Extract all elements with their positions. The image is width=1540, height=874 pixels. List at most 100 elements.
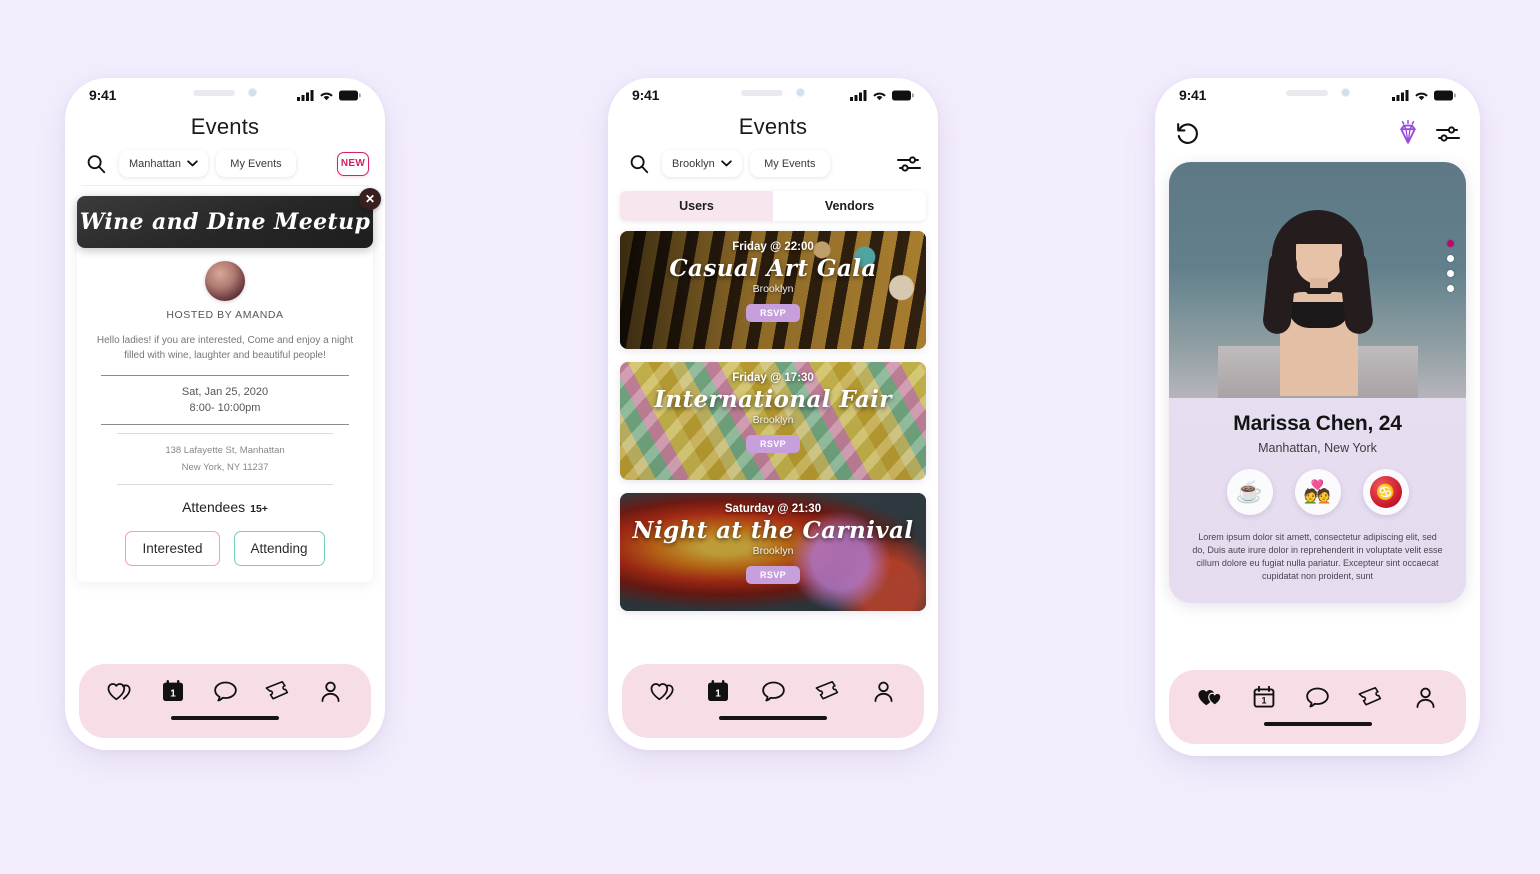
nav-hearts[interactable] (646, 676, 680, 706)
front-camera (796, 88, 805, 97)
rsvp-button[interactable]: RSVP (745, 304, 801, 322)
wifi-icon (873, 92, 886, 100)
nav-calendar[interactable]: 1 (701, 676, 735, 706)
zodiac-glyph: ♋ (1369, 476, 1402, 508)
photo-top (1287, 302, 1350, 328)
nav-calendar[interactable]: 1 (1247, 682, 1281, 712)
interest-coffee-icon[interactable]: ☕ (1226, 469, 1273, 515)
tab-users[interactable]: Users (620, 191, 773, 221)
location-dropdown[interactable]: Manhattan (119, 150, 208, 177)
battery-icon (892, 90, 914, 100)
divider (101, 375, 349, 376)
status-icons (297, 89, 361, 101)
nav-hearts[interactable] (1193, 682, 1227, 712)
front-camera (248, 88, 257, 97)
nav-tickets[interactable] (811, 676, 845, 706)
interested-button[interactable]: Interested (125, 531, 220, 566)
front-camera (1340, 88, 1350, 97)
close-icon[interactable]: ✕ (359, 188, 381, 210)
divider (117, 433, 333, 434)
ticket-icon (815, 680, 839, 700)
search-button[interactable] (624, 153, 654, 175)
filter-button[interactable] (1436, 124, 1460, 144)
nav-chat[interactable] (1301, 682, 1335, 712)
interest-couple-icon[interactable]: 💑 (1294, 469, 1341, 515)
nav-hearts[interactable] (103, 676, 137, 706)
phone1-status-bar: 9:41 (65, 78, 385, 112)
rewind-icon (1177, 123, 1198, 144)
event-card[interactable]: Saturday @ 21:30 Night at the Carnival B… (620, 493, 926, 611)
event-time: Saturday @ 21:30 (724, 503, 822, 515)
user-vendor-tabs: Users Vendors (620, 191, 926, 221)
rewind-button[interactable] (1175, 121, 1201, 147)
attending-button[interactable]: Attending (233, 531, 325, 566)
event-location: Brooklyn (752, 545, 794, 557)
signal-bars-icon (1392, 89, 1409, 101)
two-hearts-icon (650, 683, 674, 701)
location-label: Manhattan (129, 157, 181, 170)
photo-hair-front (1289, 216, 1348, 244)
event-address-line1: 138 Lafayette St, Manhattan (165, 445, 285, 456)
interest-zodiac-icon[interactable]: ♋ (1362, 469, 1409, 515)
event-title: Casual Art Gala (669, 255, 877, 282)
phone2-bottom-nav: 1 (622, 664, 924, 738)
photo-pagination-dots[interactable] (1447, 240, 1454, 292)
event-detail-body: HOSTED BY AMANDA Hello ladies! if you ar… (77, 248, 373, 582)
nav-items: 1 (640, 676, 906, 706)
status-time: 9:41 (89, 87, 117, 103)
person-icon (874, 681, 892, 702)
phone3-bottom-nav: 1 (1169, 670, 1466, 744)
photo-choker (1305, 288, 1332, 294)
location-dropdown[interactable]: Brooklyn (662, 150, 742, 177)
tab-vendors[interactable]: Vendors (773, 191, 926, 221)
chat-bubble-icon (1306, 687, 1329, 707)
nav-calendar[interactable]: 1 (156, 676, 190, 706)
photo-dot[interactable] (1447, 255, 1454, 262)
nav-profile[interactable] (313, 676, 347, 706)
photo-dot[interactable] (1447, 240, 1454, 247)
nav-tickets[interactable] (1354, 682, 1388, 712)
page-title: Events (738, 114, 808, 139)
photo-dot[interactable] (1447, 285, 1454, 292)
event-location: Brooklyn (752, 414, 794, 426)
sliders-icon (1436, 126, 1460, 142)
rsvp-button[interactable]: RSVP (745, 566, 801, 584)
svg-text:1: 1 (1261, 696, 1266, 706)
event-title: International Fair (654, 386, 892, 413)
search-button[interactable] (81, 153, 111, 175)
profile-age: 24 (1378, 412, 1402, 435)
my-events-button[interactable]: My Events (215, 150, 296, 177)
svg-text:1: 1 (170, 688, 176, 699)
filter-button[interactable] (896, 154, 922, 174)
speaker-grille (741, 89, 783, 96)
nav-profile[interactable] (1408, 682, 1442, 712)
gem-button[interactable] (1394, 120, 1422, 148)
event-time: Friday @ 17:30 (732, 372, 814, 384)
divider (101, 424, 349, 425)
status-time: 9:41 (632, 87, 660, 103)
nav-tickets[interactable] (261, 676, 295, 706)
my-events-button[interactable]: My Events (749, 150, 830, 177)
event-card[interactable]: Friday @ 17:30 International Fair Brookl… (620, 362, 926, 480)
couple-glyph: 💑 (1303, 479, 1332, 504)
nav-profile[interactable] (866, 676, 900, 706)
event-date: Sat, Jan 25, 2020 (181, 386, 269, 398)
nav-chat[interactable] (756, 676, 790, 706)
status-icons (850, 89, 914, 101)
event-title: Wine and Dine Meetup (79, 209, 371, 235)
attendees-label: Attendees (182, 499, 246, 515)
profile-card[interactable]: Marissa Chen, 24 Manhattan, New York ☕ 💑… (1169, 162, 1466, 603)
profile-photo[interactable] (1169, 162, 1466, 398)
chat-bubble-icon (761, 681, 785, 701)
event-banner: Wine and Dine Meetup ✕ (77, 188, 381, 248)
signal-bars-icon (297, 89, 314, 101)
photo-dot[interactable] (1447, 270, 1454, 277)
new-event-button[interactable]: NEW (337, 151, 369, 176)
toolbar-divider (81, 185, 369, 186)
phone-mockup-event-list: 9:41 Events Brooklyn My Events Users Ven… (608, 78, 938, 750)
nav-chat[interactable] (208, 676, 242, 706)
event-card[interactable]: Friday @ 22:00 Casual Art Gala Brooklyn … (620, 231, 926, 349)
rsvp-button[interactable]: RSVP (745, 435, 801, 453)
two-hearts-icon (1198, 689, 1222, 706)
phone1-toolbar: Manhattan My Events NEW (65, 140, 385, 185)
